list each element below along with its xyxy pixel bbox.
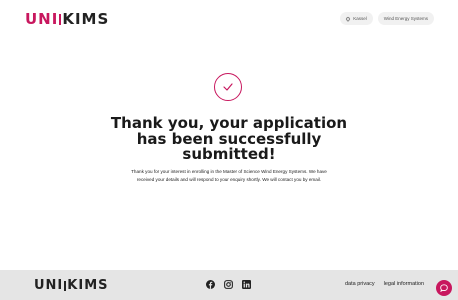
linkedin-icon[interactable] xyxy=(242,280,251,289)
social-links xyxy=(206,280,251,289)
logo-text-uni: UNI xyxy=(25,10,59,28)
data-privacy-link[interactable]: data privacy xyxy=(345,281,375,287)
footer: UNI KIMS data privacy legal information xyxy=(0,270,458,300)
location-pin-icon xyxy=(345,15,352,22)
confirmation-description: Thank you for your interest in enrolling… xyxy=(131,169,327,182)
header-chips: Kassel Wind Energy Systems xyxy=(340,12,434,25)
chat-button[interactable] xyxy=(436,280,452,296)
footer-logo-text-kims: KIMS xyxy=(67,278,109,293)
legal-information-link[interactable]: legal information xyxy=(384,281,424,287)
location-chip-label: Kassel xyxy=(353,16,367,21)
logo-bar xyxy=(59,13,62,25)
facebook-icon[interactable] xyxy=(206,280,215,289)
chat-icon xyxy=(440,284,448,292)
unikims-logo[interactable]: UNI KIMS xyxy=(25,10,109,28)
check-icon xyxy=(223,83,233,91)
footer-unikims-logo[interactable]: UNI KIMS xyxy=(34,278,109,293)
footer-logo-text-uni: UNI xyxy=(34,278,64,293)
location-chip[interactable]: Kassel xyxy=(340,12,373,25)
instagram-icon[interactable] xyxy=(224,280,233,289)
program-chip-label: Wind Energy Systems xyxy=(383,16,428,21)
header: UNI KIMS Kassel Wind Energy Systems xyxy=(0,0,458,38)
success-check-circle xyxy=(214,73,242,101)
footer-logo-bar xyxy=(64,280,67,291)
confirmation-title: Thank you, your application has been suc… xyxy=(110,114,348,163)
footer-links: data privacy legal information xyxy=(345,281,424,287)
logo-text-kims: KIMS xyxy=(62,10,110,28)
program-chip[interactable]: Wind Energy Systems xyxy=(377,12,434,25)
